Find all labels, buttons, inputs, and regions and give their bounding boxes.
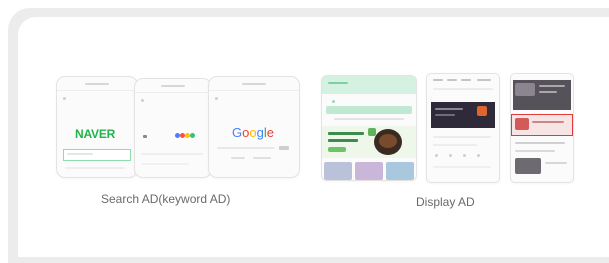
portal-phone-screenshot [426,73,500,183]
search-ad-caption: Search AD(keyword AD) [101,192,231,206]
display-banner [431,102,495,128]
google-phone-screenshot: Google [208,76,300,178]
display-ad-caption: Display AD [416,195,475,209]
news-phone-screenshot [510,73,574,183]
naver-search-box [63,149,131,161]
naver-logo: NAVER [75,127,116,141]
daum-logo [175,133,197,139]
daum-phone-screenshot [134,78,212,178]
ad-highlight-box [511,114,573,136]
google-logo: Google [232,125,274,140]
shopping-app-phone-screenshot [321,75,417,181]
naver-phone-screenshot: NAVER [56,76,138,178]
display-banner [322,126,416,158]
